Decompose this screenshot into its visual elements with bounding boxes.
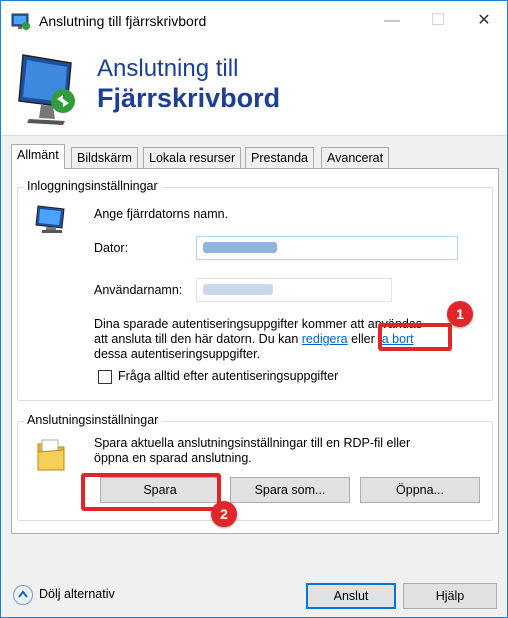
- window-title: Anslutning till fjärrskrivbord: [39, 13, 207, 29]
- always-ask-label: Fråga alltid efter autentiseringsuppgift…: [118, 369, 339, 383]
- highlight-delete-link: [378, 323, 452, 351]
- minimize-button[interactable]: —: [369, 1, 415, 41]
- maximize-button[interactable]: ☐: [415, 1, 461, 41]
- edit-credentials-link[interactable]: redigera: [302, 332, 348, 346]
- tab-bildskarm[interactable]: Bildskärm: [71, 147, 138, 169]
- login-group-title: Inloggningsinställningar: [24, 179, 161, 193]
- collapse-arrow-icon[interactable]: [13, 585, 33, 605]
- folder-icon: [36, 436, 66, 475]
- close-button[interactable]: ✕: [461, 1, 507, 41]
- computer-field[interactable]: [196, 236, 458, 260]
- remote-computer-prompt: Ange fjärrdatorns namn.: [94, 207, 229, 221]
- highlight-save-button: [81, 473, 221, 511]
- login-settings-group: Inloggningsinställningar Ange fjärrdator…: [17, 179, 493, 401]
- username-value-redacted: [203, 284, 273, 295]
- always-ask-checkbox[interactable]: [98, 370, 112, 384]
- open-button[interactable]: Öppna...: [360, 477, 480, 503]
- rdp-window: Anslutning till fjärrskrivbord — ☐ ✕ Ans…: [0, 0, 508, 618]
- banner-title-line1: Anslutning till: [97, 55, 239, 82]
- hide-options-link[interactable]: Dölj alternativ: [39, 587, 115, 601]
- credentials-line1: Dina sparade autentiseringsuppgifter kom…: [94, 317, 422, 331]
- computer-monitor-icon: [34, 204, 70, 237]
- connection-desc-line1: Spara aktuella anslutningsinställningar …: [94, 436, 411, 450]
- tab-prestanda[interactable]: Prestanda: [245, 147, 314, 169]
- header-banner: Anslutning till Fjärrskrivbord: [1, 41, 507, 136]
- tab-avancerat[interactable]: Avancerat: [321, 147, 390, 169]
- save-as-button[interactable]: Spara som...: [230, 477, 350, 503]
- credentials-or-text: eller: [347, 332, 379, 346]
- credentials-line2-text: att ansluta till den här datorn. Du kan: [94, 332, 302, 346]
- username-label: Användarnamn:: [94, 283, 183, 297]
- tab-allmant[interactable]: Allmänt: [11, 144, 65, 169]
- rdp-app-icon: [11, 13, 31, 34]
- callout-badge-2: 2: [211, 501, 237, 527]
- connection-desc-line2: öppna en sparad anslutning.: [94, 451, 252, 465]
- connect-button[interactable]: Anslut: [306, 583, 396, 609]
- connection-group-title: Anslutningsinställningar: [24, 413, 162, 427]
- credentials-line3: dessa autentiseringsuppgifter.: [94, 347, 261, 361]
- computer-value-redacted: [203, 242, 277, 253]
- credentials-line2: att ansluta till den här datorn. Du kan …: [94, 332, 414, 346]
- username-field[interactable]: [196, 278, 392, 302]
- title-bar: Anslutning till fjärrskrivbord — ☐ ✕: [1, 1, 507, 41]
- banner-title-line2: Fjärrskrivbord: [97, 83, 281, 113]
- help-button[interactable]: Hjälp: [403, 583, 497, 609]
- computer-label: Dator:: [94, 241, 129, 255]
- tab-lokala-resurser[interactable]: Lokala resurser: [143, 147, 242, 169]
- remote-desktop-monitor-icon: [15, 49, 85, 132]
- callout-badge-1: 1: [447, 301, 473, 327]
